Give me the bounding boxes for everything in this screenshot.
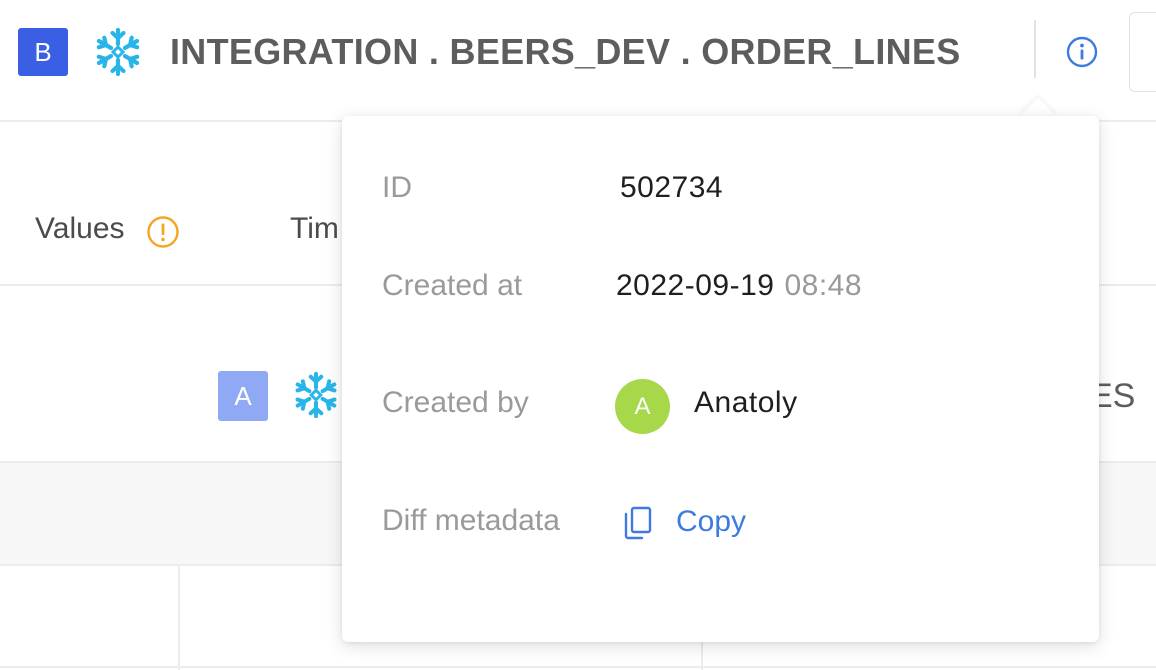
tab-values[interactable]: Values <box>35 212 125 246</box>
dataset-b-badge: B <box>18 28 68 76</box>
created-at-value: 2022-09-19 08:48 <box>616 269 862 303</box>
header-divider <box>1034 20 1036 78</box>
id-value: 502734 <box>620 171 724 204</box>
id-label: ID <box>382 171 412 204</box>
dataset-title: INTEGRATION . BEERS_DEV . ORDER_LINES <box>170 31 961 72</box>
dataset-a-badge: A <box>218 371 268 421</box>
snowflake-icon <box>93 27 143 77</box>
copy-icon[interactable] <box>623 506 653 540</box>
snowflake-icon <box>292 371 340 419</box>
header-action-button[interactable] <box>1129 12 1156 92</box>
created-by-name: Anatoly <box>694 386 798 419</box>
created-at-date: 2022-09-19 <box>616 269 775 302</box>
copy-button[interactable]: Copy <box>676 505 746 539</box>
created-at-time: 08:48 <box>784 269 863 302</box>
diff-metadata-label: Diff metadata <box>382 504 560 537</box>
column-divider <box>178 566 180 670</box>
divider <box>0 666 1156 668</box>
created-by-label: Created by <box>382 386 529 419</box>
avatar: A <box>615 379 670 434</box>
warning-icon <box>147 216 179 248</box>
tab-time[interactable]: Tim <box>290 212 339 246</box>
info-icon[interactable] <box>1066 36 1098 68</box>
created-at-label: Created at <box>382 269 523 302</box>
